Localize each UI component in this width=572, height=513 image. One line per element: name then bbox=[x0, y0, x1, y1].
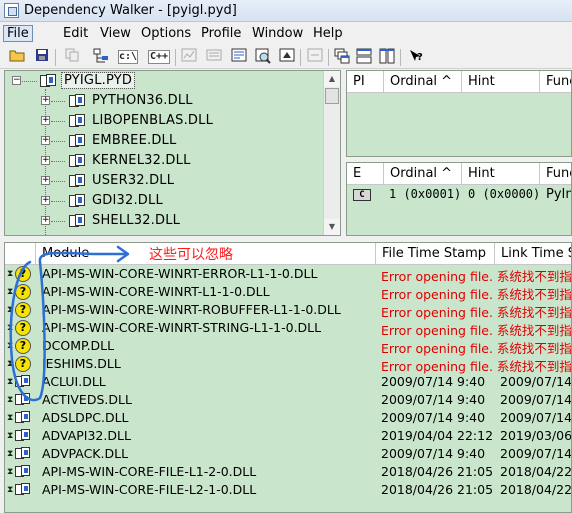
annotation-overlay bbox=[9, 245, 130, 402]
annotation-text: 这些可以忽略 bbox=[149, 247, 233, 263]
annotation-outline bbox=[9, 251, 128, 402]
